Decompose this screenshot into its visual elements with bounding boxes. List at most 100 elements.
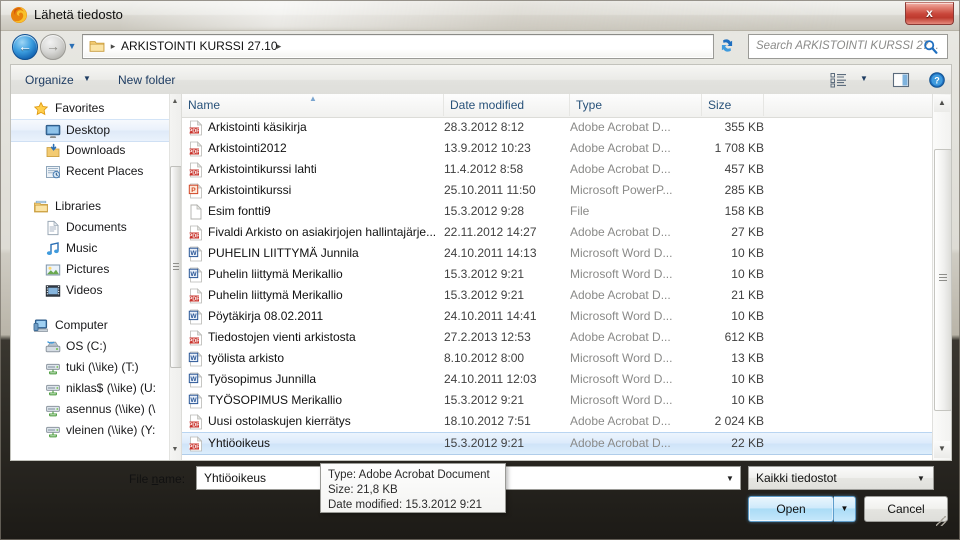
navigation-scroll-thumb[interactable] [170,166,181,368]
table-row[interactable]: PDF Arkistointi2012 13.9.2012 10:23 Adobe A… [182,138,950,159]
search-input[interactable]: Search ARKISTOINTI KURSSI 27... [748,34,948,59]
table-row[interactable]: PDF Yhtiöoikeus 15.3.2012 9:21 Adobe Acroba… [182,432,950,455]
table-row[interactable]: PDF Tiedostojen vienti arkistosta 27.2.201… [182,327,950,348]
refresh-button[interactable] [716,34,738,57]
view-layout-icon[interactable] [829,71,849,89]
filetype-select[interactable]: Kaikki tiedostot ▼ [748,466,934,490]
sidebar-item-documents[interactable]: Documents [11,217,169,238]
table-row[interactable]: PDF Puhelin liittymä Merikallio 15.3.2012 … [182,285,950,306]
history-dropdown-icon[interactable]: ▼ [66,40,78,52]
breadcrumb-separator[interactable]: ▸ [107,38,119,55]
breadcrumb-separator-end[interactable]: ▸ [273,38,285,55]
table-row[interactable]: PDF Arkistointikurssi lahti 11.4.2012 8:58… [182,159,950,180]
file-size-cell: 285 KB [724,183,764,197]
filename-label: File name: [129,470,185,488]
sidebar-item-vleinen-ike-y[interactable]: vleinen (\\ike) (Y: [11,420,169,441]
preview-pane-icon[interactable] [891,71,911,89]
open-split-arrow-icon[interactable]: ▼ [834,496,856,522]
resize-grip[interactable] [936,516,946,526]
sidebar-group-computer[interactable]: Computer [11,315,169,336]
help-icon[interactable]: ? [927,71,947,89]
dialog-body: Favorites Desktop Downloads Recent Places Li… [10,94,952,461]
downloads-icon [45,143,61,159]
sidebar-item-asennus-ike[interactable]: asennus (\\ike) (\ [11,399,169,420]
sidebar-group-label: Libraries [55,199,102,213]
back-button[interactable]: ← [12,34,38,60]
command-bar: Organize ▼ New folder ▼ ? [10,64,952,96]
file-size-cell: 10 KB [731,246,764,260]
file-size-cell: 2 024 KB [714,414,764,428]
sidebar-item-desktop[interactable]: Desktop [11,119,169,142]
file-size-cell: 10 KB [731,393,764,407]
file-name-cell: työlista arkisto [208,351,285,365]
breadcrumb-item-0[interactable]: ARKISTOINTI KURSSI 27.10 [121,38,278,55]
file-name-cell: PUHELIN LIITTYMÄ Junnila [208,246,359,260]
nav-scroll-down-icon[interactable]: ▼ [170,444,180,456]
filename-dropdown-icon[interactable]: ▼ [724,473,736,485]
sidebar-item-downloads[interactable]: Downloads [11,140,169,161]
sidebar-item-videos[interactable]: Videos [11,280,169,301]
scroll-grip-icon [173,263,179,270]
sidebar-item-tuki-ike-t[interactable]: tuki (\\ike) (T:) [11,357,169,378]
view-caret-icon[interactable]: ▼ [859,74,869,84]
column-header-size[interactable]: Size [702,94,764,116]
sidebar-item-pictures[interactable]: Pictures [11,259,169,280]
file-name-cell: Uusi ostolaskujen kierrätys [208,414,351,428]
table-row[interactable]: Wtyölista arkisto 8.10.2012 8:00 Microsoft… [182,348,950,369]
pdf-icon: PDF [188,436,203,452]
list-scroll-up-icon[interactable]: ▲ [934,95,950,112]
table-row[interactable]: W Pöytäkirja 08.02.2011 24.10.2011 14:41 Mi… [182,306,950,327]
column-header-date-modified[interactable]: Date modified [444,94,570,116]
organize-button[interactable]: Organize [25,71,74,89]
tooltip-line-type: Type: Adobe Acrobat Document [328,469,490,481]
close-button[interactable]: x [905,2,954,25]
table-row[interactable]: PDF Uusi ostolaskujen kierrätys 18.10.2012… [182,411,950,432]
sidebar-item-label: Videos [66,283,103,297]
sidebar-group-libraries[interactable]: Libraries [11,196,169,217]
chevron-down-icon[interactable]: ▼ [915,473,927,485]
file-list-scroll-thumb[interactable] [934,149,952,411]
table-row[interactable]: Esim fontti9 15.3.2012 9:28 File 158 KB [182,201,950,222]
table-row[interactable]: W PUHELIN LIITTYMÄ Junnila 24.10.2011 14:1… [182,243,950,264]
sidebar-group-favorites[interactable]: Favorites [11,98,169,119]
svg-text:?: ? [934,76,940,86]
tooltip-line-size: Size: 21,8 KB [328,484,398,496]
list-scroll-down-icon[interactable]: ▼ [934,441,950,458]
address-bar-row: ← → ▼ ▸ ARKISTOINTI KURSSI 27.10 ▸ ▼ [0,30,960,62]
file-date-cell: 15.3.2012 9:21 [444,288,525,302]
table-row[interactable]: W Työsopimus Junnilla 24.10.2011 12:03 Micr… [182,369,950,390]
file-list-scrollbar[interactable]: ▲ ▼ [932,94,952,460]
table-row[interactable]: PDF Arkistointi käsikirja 28.3.2012 8:12 Ad… [182,117,950,138]
file-size-cell: 13 KB [731,351,764,365]
address-bar[interactable]: ▸ ARKISTOINTI KURSSI 27.10 ▸ ▼ [82,34,785,59]
table-row[interactable]: P Arkistointikurssi 25.10.2011 11:50 Micros… [182,180,950,201]
sidebar-item-niklas-ike-u[interactable]: niklas$ (\\ike) (U: [11,378,169,399]
generic-file-icon [188,204,203,220]
file-size-cell: 158 KB [724,204,764,218]
close-icon: x [926,6,933,20]
file-date-cell: 18.10.2012 7:51 [444,414,531,428]
word-icon: W [188,267,203,283]
organize-caret-icon[interactable]: ▼ [82,74,92,84]
sidebar-item-music[interactable]: Music [11,238,169,259]
new-folder-button[interactable]: New folder [118,71,175,89]
file-size-cell: 457 KB [724,162,764,176]
table-row[interactable]: W TYÖSOPIMUS Merikallio 15.3.2012 9:21 Micr… [182,390,950,411]
sidebar-item-label: niklas$ (\\ike) (U: [66,381,157,395]
sidebar-item-os-c[interactable]: OS (C:) [11,336,169,357]
word-icon: W [188,372,203,388]
open-button[interactable]: Open [748,496,834,522]
nav-scroll-up-icon[interactable]: ▲ [170,96,180,108]
file-size-cell: 612 KB [724,330,764,344]
file-size-cell: 27 KB [731,225,764,239]
sidebar-item-recent-places[interactable]: Recent Places [11,161,169,182]
documents-icon [45,220,61,236]
column-header-type[interactable]: Type [570,94,702,116]
file-size-cell: 22 KB [731,436,764,450]
tooltip-line-date: Date modified: 15.3.2012 9:21 [328,499,483,511]
search-icon[interactable] [923,39,938,54]
table-row[interactable]: PDF Fivaldi Arkisto on asiakirjojen halli… [182,222,950,243]
file-name-cell: Puhelin liittymä Merikallio [208,288,343,302]
table-row[interactable]: W Puhelin liittymä Merikallio 15.3.2012 9:… [182,264,950,285]
forward-button[interactable]: → [40,34,66,60]
